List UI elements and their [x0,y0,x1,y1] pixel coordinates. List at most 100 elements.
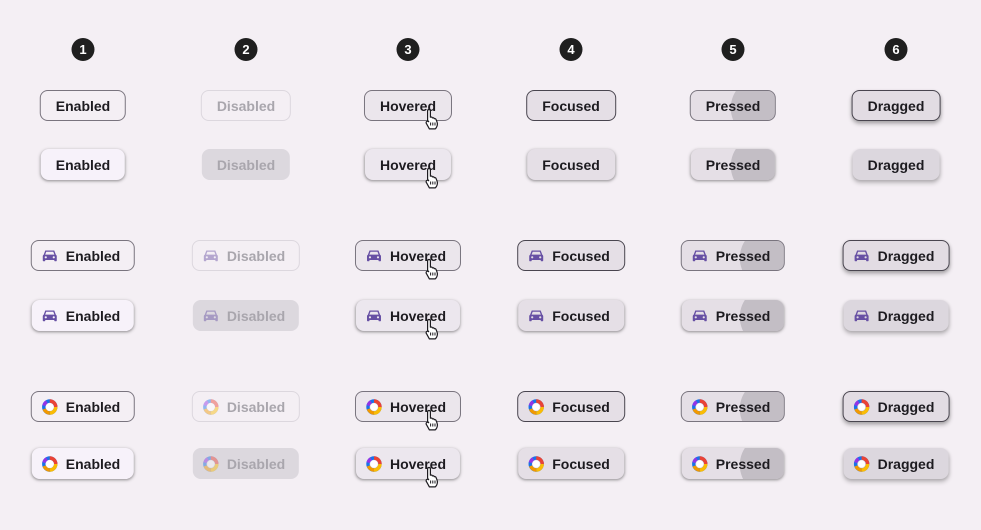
avatar-ring-icon [692,455,708,472]
column-number-badge: 4 [559,38,583,61]
dragged-elevated-chip[interactable]: Dragged [843,448,949,479]
chip-label: Enabled [65,307,121,324]
focused-elevated-chip[interactable]: Focused [518,300,624,331]
dragged-outlined-chip[interactable]: Dragged [851,90,941,121]
avatar-ring-icon [203,398,219,415]
dragged-outlined-chip[interactable]: Dragged [842,391,950,422]
pressed-outlined-chip[interactable]: Pressed [680,240,786,271]
chip-label: Focused [542,156,600,173]
hovered-outlined-chip[interactable]: Hovered [363,90,453,121]
chip-label: Pressed [715,307,771,324]
avatar-ring-icon [203,455,219,472]
chip-label: Focused [552,307,610,324]
focused-outlined-chip[interactable]: Focused [517,391,625,422]
dragged-elevated-chip[interactable]: Dragged [852,149,940,180]
focused-elevated-chip[interactable]: Focused [527,149,615,180]
avatar-ring-icon [366,455,382,472]
avatar-ring-icon [853,398,870,415]
pressed-outlined-chip[interactable]: Pressed [689,90,777,121]
dragged-elevated-chip[interactable]: Dragged [843,300,949,331]
column-number-badge: 1 [71,38,95,61]
focused-outlined-chip[interactable]: Focused [526,90,616,121]
enabled-outlined-chip[interactable]: Enabled [39,90,127,121]
enabled-outlined-chip[interactable]: Enabled [30,391,136,422]
hovered-elevated-chip[interactable]: Hovered [355,300,461,331]
chip-label: Hovered [379,156,437,173]
focused-elevated-chip[interactable]: Focused [518,448,624,479]
avatar-ring-icon [692,398,708,415]
chip-label: Disabled [226,398,286,415]
avatar-ring-icon [853,455,870,472]
disabled-elevated-chip: Disabled [201,149,291,180]
chip-label: Pressed [705,97,761,114]
car-icon [366,248,382,264]
disabled-outlined-chip: Disabled [200,90,292,121]
chip-label: Dragged [877,398,935,415]
avatar-ring-icon [42,455,58,472]
car-icon [203,248,219,264]
avatar-ring-icon [528,455,544,472]
dragged-outlined-chip[interactable]: Dragged [842,240,950,271]
focused-outlined-chip[interactable]: Focused [517,240,625,271]
enabled-outlined-chip[interactable]: Enabled [30,240,136,271]
chip-label: Dragged [877,247,935,264]
hovered-elevated-chip[interactable]: Hovered [355,448,461,479]
hovered-outlined-chip[interactable]: Hovered [354,240,462,271]
chip-label: Disabled [226,455,286,472]
chip-label: Hovered [389,307,447,324]
car-icon [692,308,708,324]
chip-label: Disabled [226,307,286,324]
chip-label: Dragged [877,307,935,324]
disabled-outlined-chip: Disabled [191,240,301,271]
chip-label: Enabled [65,398,121,415]
chip-label: Enabled [55,97,111,114]
column-number-badge: 5 [721,38,745,61]
hovered-outlined-chip[interactable]: Hovered [354,391,462,422]
pressed-elevated-chip[interactable]: Pressed [681,300,785,331]
car-icon [854,308,870,324]
car-icon [528,248,544,264]
chip-label: Pressed [715,455,771,472]
column-number-badge: 6 [884,38,908,61]
chip-label: Hovered [389,398,447,415]
car-icon [203,308,219,324]
chip-label: Dragged [867,156,925,173]
chip-label: Dragged [877,455,935,472]
chip-label: Pressed [715,398,771,415]
chip-label: Disabled [216,156,276,173]
column-number-badge: 2 [234,38,258,61]
chip-label: Hovered [379,97,437,114]
disabled-outlined-chip: Disabled [191,391,301,422]
chip-label: Enabled [65,455,121,472]
chip-label: Focused [552,398,610,415]
avatar-ring-icon [528,398,544,415]
enabled-elevated-chip[interactable]: Enabled [31,300,135,331]
chip-label: Disabled [216,97,276,114]
chip-label: Enabled [55,156,111,173]
chip-label: Focused [552,455,610,472]
pressed-elevated-chip[interactable]: Pressed [681,448,785,479]
car-icon [854,248,870,264]
chip-label: Focused [552,247,610,264]
car-icon [692,248,708,264]
chip-label: Enabled [65,247,121,264]
car-icon [42,248,58,264]
chip-label: Dragged [867,97,925,114]
chip-label: Disabled [226,247,286,264]
enabled-elevated-chip[interactable]: Enabled [31,448,135,479]
pressed-outlined-chip[interactable]: Pressed [680,391,786,422]
disabled-elevated-chip: Disabled [192,448,300,479]
car-icon [528,308,544,324]
chip-label: Pressed [705,156,761,173]
chip-label: Hovered [389,247,447,264]
chip-label: Pressed [715,247,771,264]
hovered-elevated-chip[interactable]: Hovered [364,149,452,180]
pressed-elevated-chip[interactable]: Pressed [690,149,776,180]
avatar-ring-icon [366,398,382,415]
car-icon [366,308,382,324]
disabled-elevated-chip: Disabled [192,300,300,331]
chip-label: Hovered [389,455,447,472]
car-icon [42,308,58,324]
enabled-elevated-chip[interactable]: Enabled [40,149,126,180]
chip-label: Focused [542,97,600,114]
